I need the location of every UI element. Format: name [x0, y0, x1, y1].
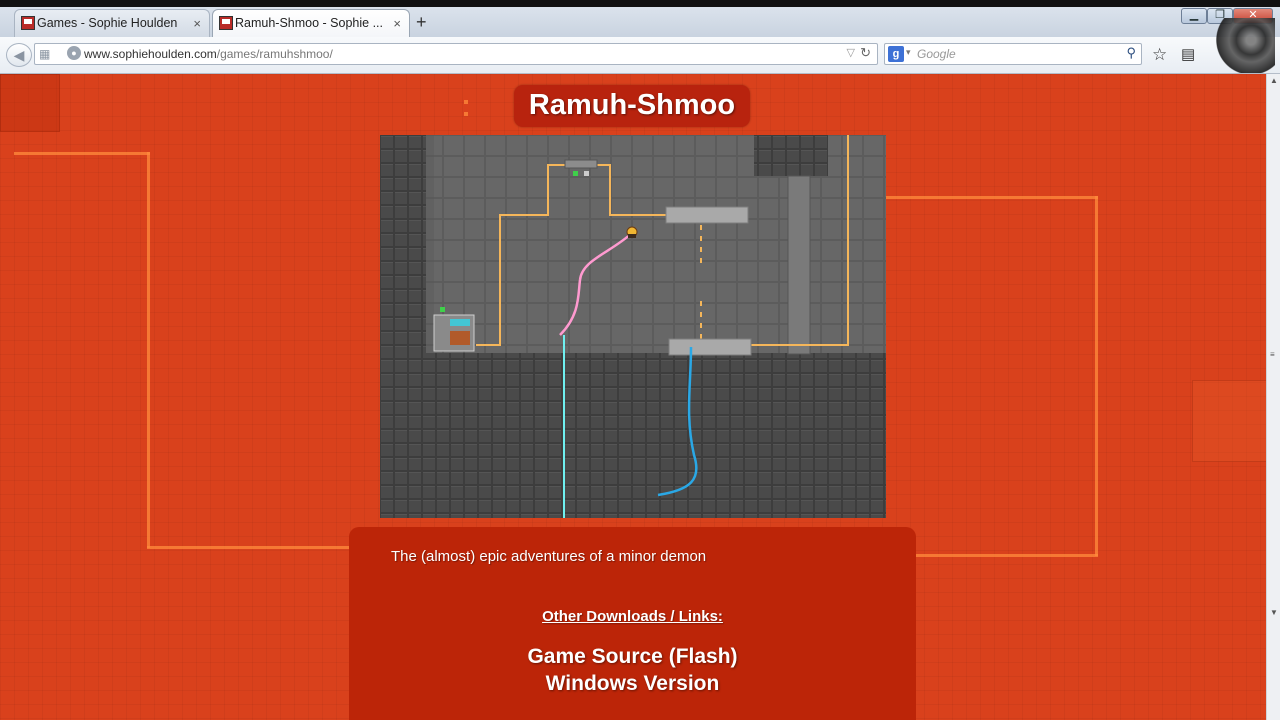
game-scene — [380, 135, 886, 518]
page-title: Ramuh-Shmoo — [528, 89, 736, 121]
bg-circuit-dot — [464, 112, 468, 116]
bg-circuit-line — [886, 196, 1098, 199]
left-wall — [380, 135, 426, 353]
url-dropdown-icon[interactable]: ▽ — [847, 46, 855, 59]
bg-circuit-line — [14, 152, 150, 155]
game-description: The (almost) epic adventures of a minor … — [391, 548, 707, 565]
engine-dropdown-icon[interactable]: ▾ — [906, 47, 911, 58]
bg-tile — [1192, 380, 1266, 462]
tab-label: Games - Sophie Houlden — [37, 16, 178, 30]
back-button[interactable]: ◀ — [6, 43, 32, 67]
grey-light — [584, 171, 589, 176]
star-icon[interactable]: ☆ — [1152, 45, 1167, 65]
bg-tile — [0, 74, 60, 132]
tab-ramuh-shmoo[interactable]: Ramuh-Shmoo - Sophie ... × — [212, 9, 410, 37]
game-source-link[interactable]: Game Source (Flash) — [349, 645, 916, 669]
pillar — [787, 175, 811, 355]
globe-icon: ● — [67, 46, 81, 60]
site-favicon-icon — [21, 16, 35, 30]
ceiling-device — [564, 159, 598, 169]
search-placeholder: Google — [917, 47, 956, 61]
tab-label: Ramuh-Shmoo - Sophie ... — [235, 16, 383, 30]
windows-version-link[interactable]: Windows Version — [349, 672, 916, 696]
bg-circuit-line — [916, 554, 1098, 557]
game-embed[interactable] — [380, 135, 886, 518]
lower-platform — [668, 338, 752, 356]
search-bar[interactable]: g ▾ Google ⚲ — [884, 43, 1142, 65]
bg-circuit-line — [1095, 196, 1098, 556]
window-top-edge — [0, 0, 1280, 7]
url-domain: www.sophiehoulden.com — [84, 47, 217, 61]
bg-circuit-line — [147, 546, 350, 549]
navigation-bar: ◀ ▦ ● www.sophiehoulden.com/games/ramuhs… — [0, 37, 1280, 74]
site-favicon-icon — [219, 16, 233, 30]
scroll-up-icon[interactable]: ▲ — [1270, 76, 1278, 85]
links-heading: Other Downloads / Links: — [542, 608, 723, 625]
info-panel: The (almost) epic adventures of a minor … — [349, 527, 916, 720]
tab-bar: Games - Sophie Houlden × Ramuh-Shmoo - S… — [0, 0, 1280, 38]
ceiling-block — [754, 135, 828, 176]
tab-close-icon[interactable]: × — [193, 10, 201, 37]
identity-icon[interactable]: ▦ — [39, 47, 50, 61]
tab-games[interactable]: Games - Sophie Houlden × — [14, 9, 210, 37]
scroll-down-icon[interactable]: ▼ — [1270, 608, 1278, 617]
avatar-decoration — [1215, 18, 1275, 73]
panel-grill — [450, 331, 470, 345]
magnifier-icon[interactable]: ⚲ — [1126, 45, 1136, 61]
clipboard-icon[interactable]: ▤ — [1181, 45, 1195, 63]
arrow-left-icon: ◀ — [13, 47, 25, 63]
green-light — [573, 171, 578, 176]
demon-character — [626, 226, 638, 238]
web-page: Ramuh-Shmoo The (almost) epic adventures… — [0, 74, 1266, 720]
scroll-thumb[interactable]: ≡ — [1270, 350, 1275, 359]
panel-screen — [450, 319, 470, 326]
bg-circuit-dot — [464, 100, 468, 104]
bg-circuit-line — [147, 152, 150, 548]
url-path: /games/ramuhshmoo/ — [216, 47, 333, 61]
upper-platform — [665, 206, 749, 224]
reload-icon[interactable]: ↻ — [860, 45, 871, 61]
new-tab-button[interactable]: + — [416, 10, 427, 34]
title-banner: Ramuh-Shmoo — [514, 85, 750, 127]
minimize-button[interactable]: ▁ — [1181, 8, 1207, 24]
google-engine-icon[interactable]: g — [888, 46, 904, 62]
wall-shadow — [426, 135, 434, 353]
tab-close-icon[interactable]: × — [393, 10, 401, 37]
address-bar[interactable]: ▦ ● www.sophiehoulden.com/games/ramuhshm… — [34, 43, 878, 65]
url-text[interactable]: www.sophiehoulden.com/games/ramuhshmoo/ — [84, 47, 333, 61]
panel-light — [440, 307, 445, 312]
page-scrollbar[interactable]: ▲ ≡ ▼ — [1266, 74, 1280, 720]
